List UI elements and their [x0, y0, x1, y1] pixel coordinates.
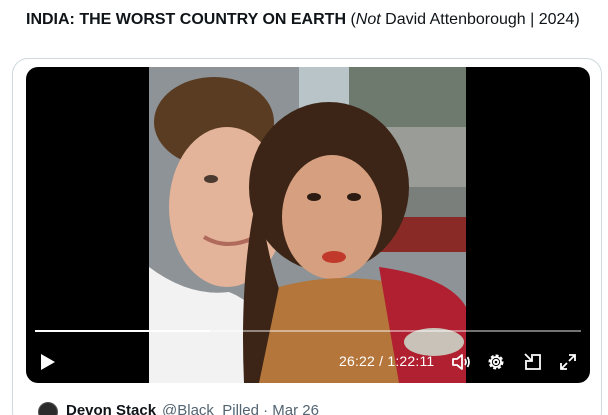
fullscreen-icon[interactable]: [558, 352, 578, 372]
video-still: [149, 67, 466, 383]
time-total: 1:22:11: [387, 353, 435, 369]
video-frame: [149, 67, 466, 383]
volume-icon[interactable]: [451, 352, 471, 372]
post-title-rest: David Attenborough | 2024): [380, 11, 580, 28]
post-title-bold: INDIA: THE WORST COUNTRY ON EARTH: [26, 11, 346, 28]
time-separator: /: [375, 353, 388, 369]
quote-author-handle[interactable]: @Black_Pilled · Mar 26: [162, 402, 319, 415]
avatar[interactable]: [38, 402, 58, 415]
gear-icon[interactable]: [486, 352, 506, 372]
post-title-italic: Not: [355, 11, 381, 28]
progress-fill: [35, 330, 210, 332]
post-title-paren: (: [346, 11, 356, 28]
video-player[interactable]: 26:22 / 1:22:11: [26, 67, 590, 383]
post-text: INDIA: THE WORST COUNTRY ON EARTH (Not D…: [26, 8, 586, 31]
time-readout: 26:22 / 1:22:11: [339, 353, 434, 369]
quote-author-name[interactable]: Devon Stack: [66, 402, 156, 415]
play-icon[interactable]: [40, 353, 56, 371]
picture-in-picture-icon[interactable]: [523, 352, 543, 372]
progress-bar[interactable]: [35, 330, 581, 332]
time-current: 26:22: [339, 353, 376, 369]
